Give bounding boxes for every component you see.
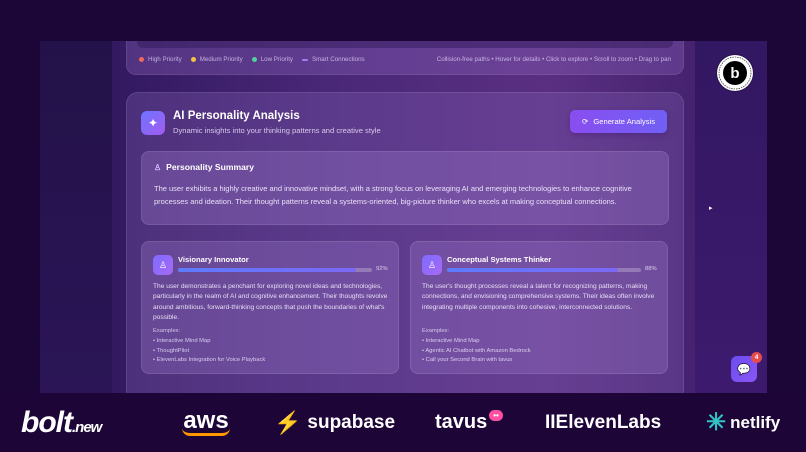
legend-low-priority: Low Priority xyxy=(251,56,294,63)
person-icon: ♙ xyxy=(422,255,442,275)
connection-line-icon xyxy=(302,58,309,61)
legend-items: High Priority Medium Priority Low Priori… xyxy=(139,56,365,63)
sparkles-icon: ✦ xyxy=(141,111,165,135)
ai-personality-analysis-panel: ✦ AI Personality Analysis Dynamic insigh… xyxy=(126,92,684,393)
trait-score-bar xyxy=(447,268,641,272)
legend-label: High Priority xyxy=(148,56,182,63)
person-icon: ♙ xyxy=(154,162,162,172)
trait-score-bar xyxy=(178,268,372,272)
trait-score-fill xyxy=(447,268,618,272)
examples-list: • Interactive Mind Map • Agentic AI Chat… xyxy=(422,337,531,366)
analysis-title: AI Personality Analysis xyxy=(173,110,300,122)
low-priority-dot-icon xyxy=(251,57,257,62)
trait-name: Visionary Innovator xyxy=(178,255,249,264)
bolt-badge-logo[interactable]: b xyxy=(717,55,753,91)
legend-row: High Priority Medium Priority Low Priori… xyxy=(139,56,671,63)
supabase-logo: ⚡ supabase xyxy=(274,393,395,452)
summary-heading: ♙ Personality Summary xyxy=(154,162,254,172)
summary-text: The user exhibits a highly creative and … xyxy=(154,184,632,206)
aws-logo: aws xyxy=(182,393,230,452)
trait-name: Conceptual Systems Thinker xyxy=(447,255,552,264)
legend-medium-priority: Medium Priority xyxy=(190,56,243,63)
trait-score-percent: 88% xyxy=(645,266,657,272)
refresh-icon: ⟳ xyxy=(581,117,589,126)
mind-map-canvas-edge[interactable] xyxy=(137,41,673,48)
netlify-wordmark: netlify xyxy=(730,412,781,432)
chat-notification-count: 4 xyxy=(751,352,762,363)
tavus-logo: tavus •• xyxy=(435,393,503,452)
trait-card-visionary-innovator: ♙ Visionary Innovator 92% The user demon… xyxy=(141,241,399,374)
legend-hint: Collision-free paths • Hover for details… xyxy=(436,56,671,63)
legend-high-priority: High Priority xyxy=(139,56,182,63)
trait-description: The user demonstrates a penchant for exp… xyxy=(153,283,388,322)
examples-label: Examples: xyxy=(422,328,450,334)
example-item: • Call your Second Brain with tavus xyxy=(422,357,513,364)
personality-summary-card: ♙ Personality Summary The user exhibits … xyxy=(141,151,669,225)
person-icon: ♙ xyxy=(153,255,173,275)
sponsor-logo-bar: bolt .new aws ⚡ supabase tavus •• IIElev… xyxy=(0,393,806,452)
tavus-wordmark: tavus xyxy=(435,411,488,433)
analysis-subtitle: Dynamic insights into your thinking patt… xyxy=(173,126,381,135)
examples-list: • Interactive Mind Map • ThoughtPilot • … xyxy=(153,337,265,366)
chat-bubble-icon: 💬 xyxy=(737,363,751,376)
example-item: • Interactive Mind Map xyxy=(153,338,211,344)
supabase-wordmark: supabase xyxy=(307,411,396,433)
app-screen: High Priority Medium Priority Low Priori… xyxy=(40,41,767,393)
generate-analysis-label: Generate Analysis xyxy=(593,117,655,126)
netlify-logo: ✳ netlify xyxy=(706,393,780,452)
generate-analysis-button[interactable]: ⟳ Generate Analysis xyxy=(570,110,667,133)
trait-score-fill xyxy=(178,268,357,272)
high-priority-dot-icon xyxy=(139,57,144,62)
example-item: • Interactive Mind Map xyxy=(422,338,480,344)
legend-label: Medium Priority xyxy=(199,56,243,63)
examples-label: Examples: xyxy=(153,328,181,334)
bolt-wordmark: bolt xyxy=(21,405,73,439)
tavus-pill-icon: •• xyxy=(489,410,503,421)
legend-label: Low Priority xyxy=(260,56,294,63)
trait-score-percent: 92% xyxy=(376,266,388,272)
elevenlabs-wordmark: IIElevenLabs xyxy=(545,411,662,433)
netlify-star-icon: ✳ xyxy=(706,409,727,436)
aws-smile-icon xyxy=(182,428,230,436)
supabase-bolt-icon: ⚡ xyxy=(274,409,302,435)
example-item: • Agentic AI Chatbot with Amazon Bedrock xyxy=(422,347,531,354)
example-item: • ElevenLabs Integration for Voice Playb… xyxy=(153,357,266,364)
medium-priority-dot-icon xyxy=(190,57,196,62)
mouse-cursor-icon: ▸ xyxy=(709,205,713,212)
bolt-new-logo: bolt .new xyxy=(21,393,102,452)
mind-map-legend-panel: High Priority Medium Priority Low Priori… xyxy=(126,41,684,75)
example-item: • ThoughtPilot xyxy=(153,347,190,354)
legend-label: Smart Connections xyxy=(312,56,365,63)
badge-ring-text-icon xyxy=(718,56,752,90)
bolt-suffix: .new xyxy=(71,419,102,436)
trait-description: The user's thought processes reveal a ta… xyxy=(422,283,655,311)
legend-smart-connections: Smart Connections xyxy=(302,56,365,63)
elevenlabs-logo: IIElevenLabs xyxy=(545,393,661,452)
left-background xyxy=(40,41,112,393)
trait-card-conceptual-systems-thinker: ♙ Conceptual Systems Thinker 88% The use… xyxy=(410,241,668,374)
summary-title: Personality Summary xyxy=(166,162,255,172)
right-background xyxy=(695,41,767,393)
